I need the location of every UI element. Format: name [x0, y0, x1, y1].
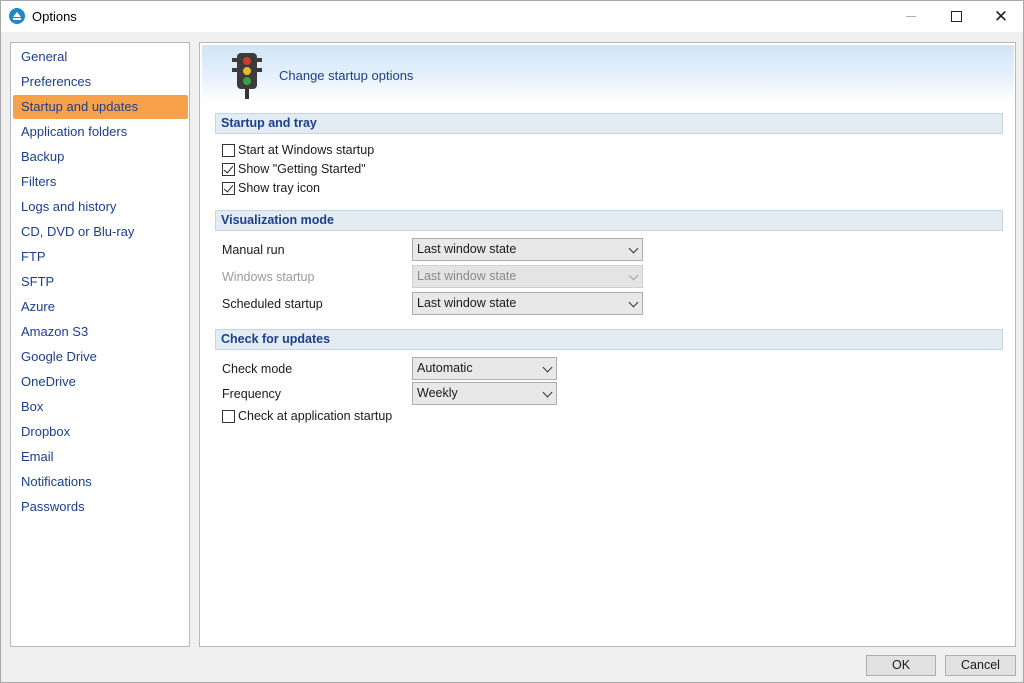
sidebar-item-notifications[interactable]: Notifications: [13, 470, 188, 494]
show-tray-icon-option[interactable]: Show tray icon: [222, 180, 320, 196]
page-banner: Change startup options: [202, 45, 1014, 102]
frequency-label: Frequency: [222, 387, 282, 401]
windows-startup-label: Windows startup: [222, 270, 315, 284]
sidebar-item-cd-dvd-bluray[interactable]: CD, DVD or Blu-ray: [13, 220, 188, 244]
scheduled-startup-label: Scheduled startup: [222, 297, 323, 311]
sidebar-item-filters[interactable]: Filters: [13, 170, 188, 194]
minimize-icon: [906, 16, 916, 17]
banner-title: Change startup options: [279, 68, 414, 83]
title-bar: Options ✕: [1, 1, 1023, 32]
sidebar-item-ftp[interactable]: FTP: [13, 245, 188, 269]
manual-run-value: Last window state: [417, 242, 517, 256]
sidebar-item-google-drive[interactable]: Google Drive: [13, 345, 188, 369]
section-header-visualization-mode: Visualization mode: [215, 210, 1003, 231]
show-tray-icon-label: Show tray icon: [238, 181, 320, 195]
ok-button[interactable]: OK: [866, 655, 936, 676]
sidebar-item-preferences[interactable]: Preferences: [13, 70, 188, 94]
section-header-startup-and-tray: Startup and tray: [215, 113, 1003, 134]
windows-startup-value: Last window state: [417, 269, 517, 283]
sidebar-item-startup-and-updates[interactable]: Startup and updates: [13, 95, 188, 119]
frequency-value: Weekly: [417, 386, 458, 400]
app-icon: [9, 8, 25, 24]
windows-startup-select: Last window state: [412, 265, 643, 288]
sidebar-item-email[interactable]: Email: [13, 445, 188, 469]
sidebar-item-amazon-s3[interactable]: Amazon S3: [13, 320, 188, 344]
sidebar-item-application-folders[interactable]: Application folders: [13, 120, 188, 144]
check-at-startup-label: Check at application startup: [238, 409, 393, 423]
chevron-down-icon: [542, 387, 553, 398]
show-getting-started-label: Show "Getting Started": [238, 162, 366, 176]
check-mode-select[interactable]: Automatic: [412, 357, 557, 380]
manual-run-label: Manual run: [222, 243, 285, 257]
check-mode-label: Check mode: [222, 362, 293, 376]
minimize-button[interactable]: [888, 1, 934, 32]
close-icon: ✕: [993, 7, 1009, 26]
show-getting-started-option[interactable]: Show "Getting Started": [222, 161, 366, 177]
cancel-button[interactable]: Cancel: [945, 655, 1016, 676]
chevron-down-icon: [628, 243, 639, 254]
scheduled-startup-value: Last window state: [417, 296, 517, 310]
sidebar-nav: General Preferences Startup and updates …: [10, 42, 190, 647]
sidebar-item-dropbox[interactable]: Dropbox: [13, 420, 188, 444]
sidebar-item-azure[interactable]: Azure: [13, 295, 188, 319]
close-button[interactable]: ✕: [978, 1, 1024, 32]
start-at-windows-startup-checkbox[interactable]: [222, 143, 235, 157]
sidebar-item-backup[interactable]: Backup: [13, 145, 188, 169]
chevron-down-icon: [542, 362, 553, 373]
sidebar-item-logs-and-history[interactable]: Logs and history: [13, 195, 188, 219]
maximize-button[interactable]: [933, 1, 979, 32]
check-mode-value: Automatic: [417, 361, 473, 375]
start-at-windows-startup-label: Start at Windows startup: [238, 143, 375, 157]
traffic-light-icon: [232, 53, 262, 99]
sidebar-item-sftp[interactable]: SFTP: [13, 270, 188, 294]
frequency-select[interactable]: Weekly: [412, 382, 557, 405]
sidebar-item-general[interactable]: General: [13, 45, 188, 69]
sidebar-item-box[interactable]: Box: [13, 395, 188, 419]
options-window: Options ✕ General Preferences Startup an…: [0, 0, 1024, 683]
section-header-check-for-updates: Check for updates: [215, 329, 1003, 350]
sidebar-item-onedrive[interactable]: OneDrive: [13, 370, 188, 394]
scheduled-startup-select[interactable]: Last window state: [412, 292, 643, 315]
options-panel: Change startup options Startup and tray …: [199, 42, 1016, 647]
show-tray-icon-checkbox[interactable]: [222, 181, 235, 195]
check-at-startup-option[interactable]: Check at application startup: [222, 408, 392, 424]
window-title: Options: [32, 9, 77, 24]
manual-run-select[interactable]: Last window state: [412, 238, 643, 261]
chevron-down-icon: [628, 297, 639, 308]
check-at-startup-checkbox[interactable]: [222, 409, 235, 423]
show-getting-started-checkbox[interactable]: [222, 162, 235, 176]
chevron-down-icon: [628, 270, 639, 281]
maximize-icon: [950, 11, 962, 22]
sidebar-item-passwords[interactable]: Passwords: [13, 495, 188, 519]
start-at-windows-startup-option[interactable]: Start at Windows startup: [222, 142, 374, 158]
